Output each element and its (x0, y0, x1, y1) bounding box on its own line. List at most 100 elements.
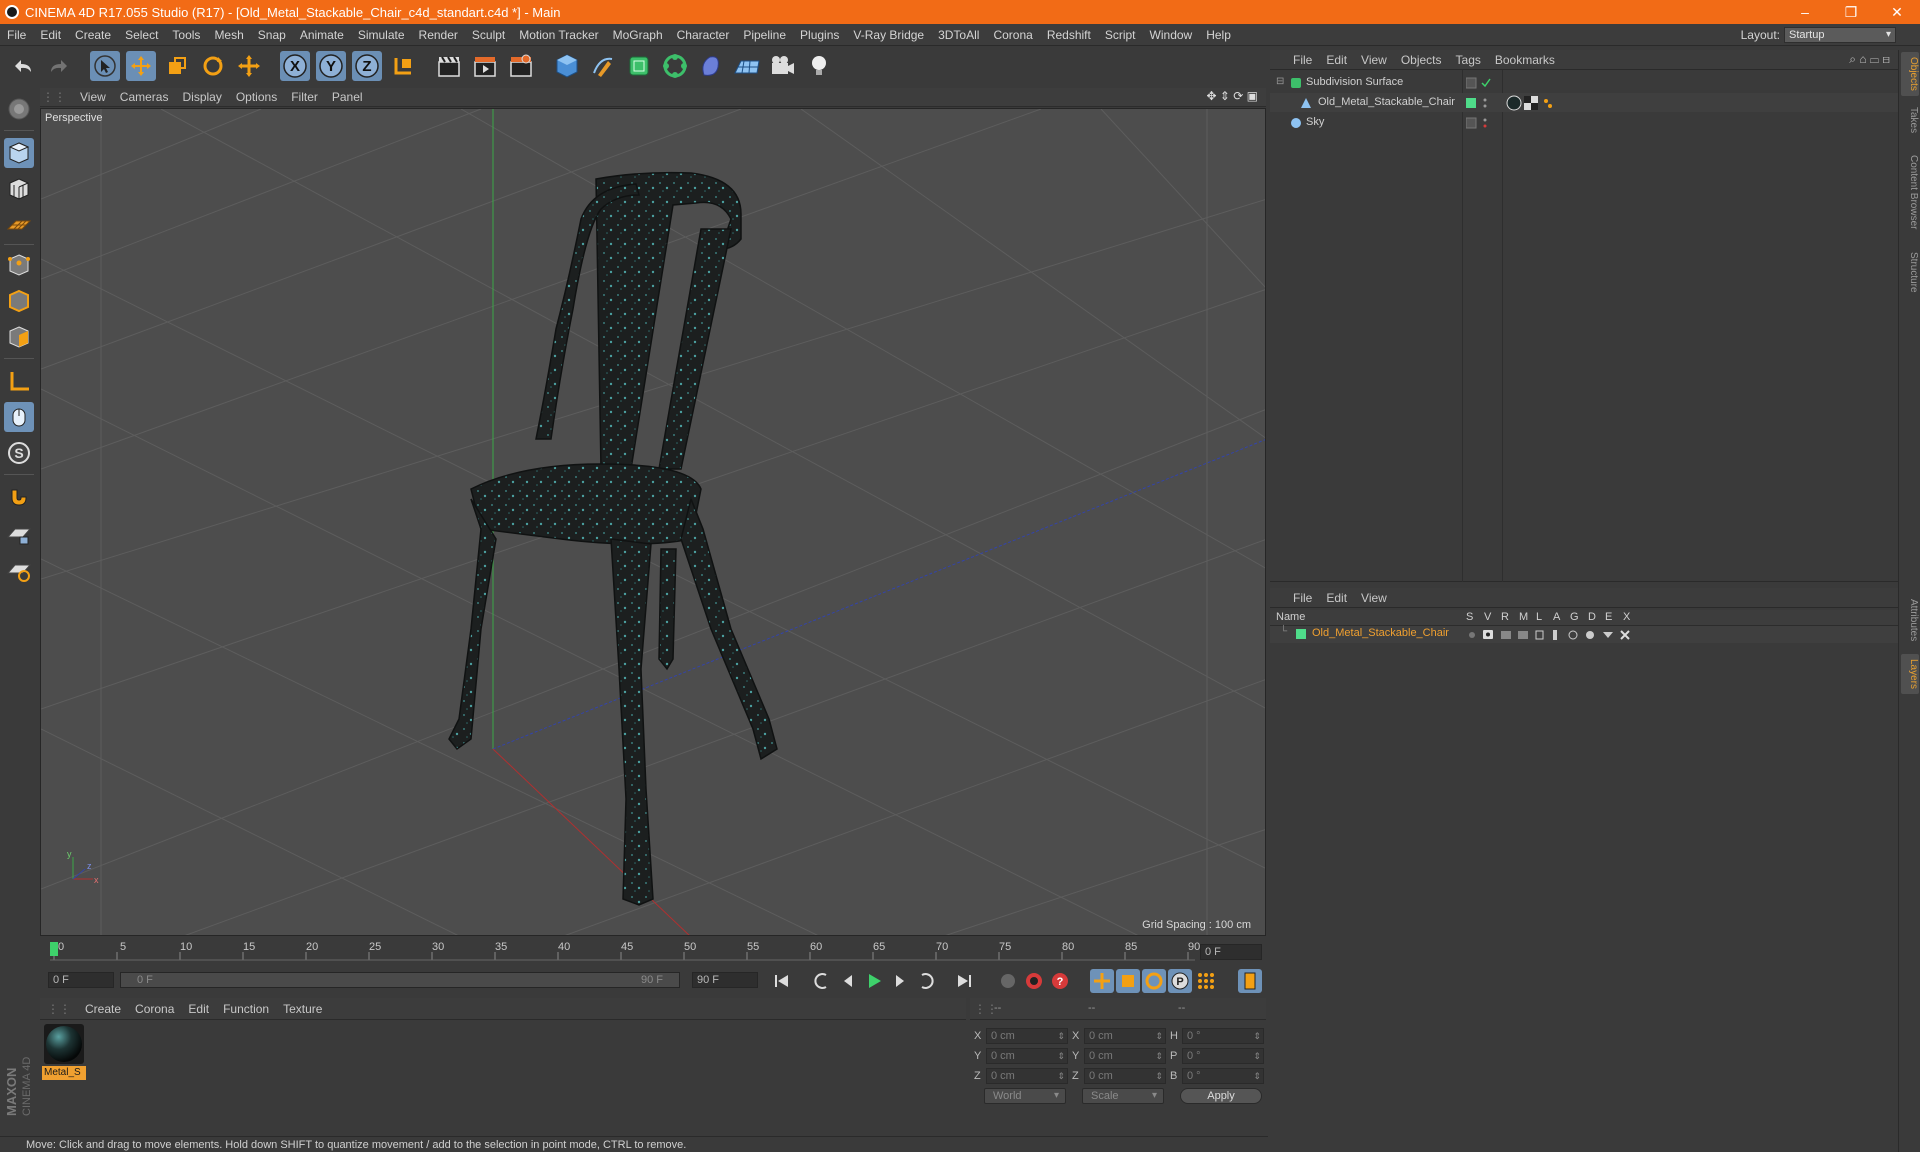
record-mode-button[interactable] (996, 969, 1020, 993)
tweak-mode-button[interactable] (4, 402, 34, 432)
material-item[interactable]: Metal_S (40, 1020, 88, 1084)
layers-menu-file[interactable]: File (1286, 591, 1319, 605)
transform-tool-button[interactable] (234, 51, 264, 81)
objects-menu-edit[interactable]: Edit (1319, 53, 1354, 67)
menu-script[interactable]: Script (1098, 24, 1143, 46)
workplane-align-button[interactable] (4, 556, 34, 586)
menu-select[interactable]: Select (118, 24, 165, 46)
floor-scene-button[interactable] (732, 51, 762, 81)
array-mograph-button[interactable] (660, 51, 690, 81)
next-key-button[interactable] (914, 969, 938, 993)
menu-render[interactable]: Render (412, 24, 465, 46)
menu-pipeline[interactable]: Pipeline (736, 24, 793, 46)
preview-end-field[interactable]: 90 F (692, 972, 758, 988)
menu-character[interactable]: Character (670, 24, 737, 46)
goto-end-button[interactable] (952, 969, 976, 993)
material-menu-edit[interactable]: Edit (181, 1002, 216, 1016)
objects-menu-file[interactable]: File (1286, 53, 1319, 67)
menu-plugins[interactable]: Plugins (793, 24, 846, 46)
viewport-menu-filter[interactable]: Filter (284, 90, 325, 104)
render-view-button[interactable] (434, 51, 464, 81)
key-position-button[interactable] (1090, 969, 1114, 993)
play-button[interactable] (862, 969, 886, 993)
deformer-button[interactable] (696, 51, 726, 81)
polygons-mode-button[interactable] (4, 322, 34, 352)
menu-corona[interactable]: Corona (986, 24, 1039, 46)
menu-tools[interactable]: Tools (165, 24, 207, 46)
size-mode-dropdown[interactable]: Scale (1082, 1088, 1164, 1104)
render-settings-button[interactable] (506, 51, 536, 81)
camera-button[interactable] (768, 51, 798, 81)
viewport-menu-display[interactable]: Display (175, 90, 228, 104)
position-z-field[interactable]: 0 cm (986, 1068, 1068, 1084)
rotation-p-field[interactable]: 0 ° (1182, 1048, 1264, 1064)
menu-motion-tracker[interactable]: Motion Tracker (512, 24, 605, 46)
subdivision-generator-button[interactable] (624, 51, 654, 81)
next-frame-button[interactable] (888, 969, 912, 993)
spline-pen-button[interactable] (588, 51, 618, 81)
rotation-h-field[interactable]: 0 ° (1182, 1028, 1264, 1044)
make-editable-button[interactable] (4, 94, 34, 124)
redo-button[interactable] (44, 51, 74, 81)
light-button[interactable] (804, 51, 834, 81)
model-mode-button[interactable] (4, 138, 34, 168)
object-row[interactable]: Sky (1270, 113, 1898, 132)
z-axis-lock-button[interactable]: Z (352, 51, 382, 81)
workplane-lock-button[interactable] (4, 520, 34, 550)
menu-snap[interactable]: Snap (251, 24, 293, 46)
menu-vray-bridge[interactable]: V-Ray Bridge (846, 24, 931, 46)
menu-file[interactable]: File (0, 24, 33, 46)
timeline-window-button[interactable] (1238, 969, 1262, 993)
record-button[interactable] (1022, 969, 1046, 993)
layer-row[interactable]: └ Old_Metal_Stackable_Chair (1270, 626, 1898, 643)
material-menu-texture[interactable]: Texture (276, 1002, 329, 1016)
menu-redshift[interactable]: Redshift (1040, 24, 1098, 46)
points-mode-button[interactable] (4, 250, 34, 280)
solo-button[interactable]: S (4, 438, 34, 468)
menu-create[interactable]: Create (68, 24, 118, 46)
size-x-field[interactable]: 0 cm (1084, 1028, 1166, 1044)
key-rotation-button[interactable] (1142, 969, 1166, 993)
viewport-nav-icons[interactable]: ✥ ⇕ ⟳ ▣ (1206, 89, 1258, 103)
objects-menu-view[interactable]: View (1354, 53, 1394, 67)
current-frame-field[interactable]: 0 F (1200, 944, 1262, 960)
material-menu-create[interactable]: Create (78, 1002, 128, 1016)
rotate-tool-button[interactable] (198, 51, 228, 81)
snap-button[interactable] (4, 482, 34, 512)
rotation-b-field[interactable]: 0 ° (1182, 1068, 1264, 1084)
tab-takes[interactable]: Takes (1901, 102, 1919, 138)
goto-start-button[interactable] (770, 969, 794, 993)
coordinate-space-dropdown[interactable]: World (984, 1088, 1066, 1104)
tab-objects[interactable]: Objects (1901, 52, 1919, 96)
key-scale-button[interactable] (1116, 969, 1140, 993)
key-pla-button[interactable] (1194, 969, 1218, 993)
material-menu-corona[interactable]: Corona (128, 1002, 181, 1016)
texture-mode-button[interactable] (4, 174, 34, 204)
close-button[interactable]: ✕ (1874, 0, 1920, 24)
viewport-menu-cameras[interactable]: Cameras (113, 90, 176, 104)
viewport-menu-panel[interactable]: Panel (325, 90, 370, 104)
render-to-picture-viewer-button[interactable] (470, 51, 500, 81)
preview-range-slider[interactable]: 0 F 90 F (120, 972, 680, 988)
preview-start-field[interactable]: 0 F (48, 972, 114, 988)
objects-menu-objects[interactable]: Objects (1394, 53, 1449, 67)
object-row[interactable]: ⊟ Subdivision Surface (1270, 73, 1898, 92)
scale-tool-button[interactable] (162, 51, 192, 81)
objects-menu-bookmarks[interactable]: Bookmarks (1488, 53, 1562, 67)
menu-3dtoall[interactable]: 3DToAll (931, 24, 986, 46)
size-y-field[interactable]: 0 cm (1084, 1048, 1166, 1064)
cube-primitive-button[interactable] (552, 51, 582, 81)
tab-attributes[interactable]: Attributes (1901, 590, 1919, 650)
object-manager-nav-icons[interactable]: ⌕ ⌂ ▭ ⊟ (1849, 52, 1890, 67)
workplane-mode-button[interactable] (4, 210, 34, 240)
minimize-button[interactable]: – (1782, 0, 1828, 24)
menu-mograph[interactable]: MoGraph (606, 24, 670, 46)
undo-button[interactable] (8, 51, 38, 81)
tab-structure[interactable]: Structure (1901, 244, 1919, 300)
material-menu-function[interactable]: Function (216, 1002, 276, 1016)
menu-edit[interactable]: Edit (33, 24, 68, 46)
tab-layers[interactable]: Layers (1901, 654, 1919, 694)
y-axis-lock-button[interactable]: Y (316, 51, 346, 81)
x-axis-lock-button[interactable]: X (280, 51, 310, 81)
viewport-menu-options[interactable]: Options (229, 90, 284, 104)
